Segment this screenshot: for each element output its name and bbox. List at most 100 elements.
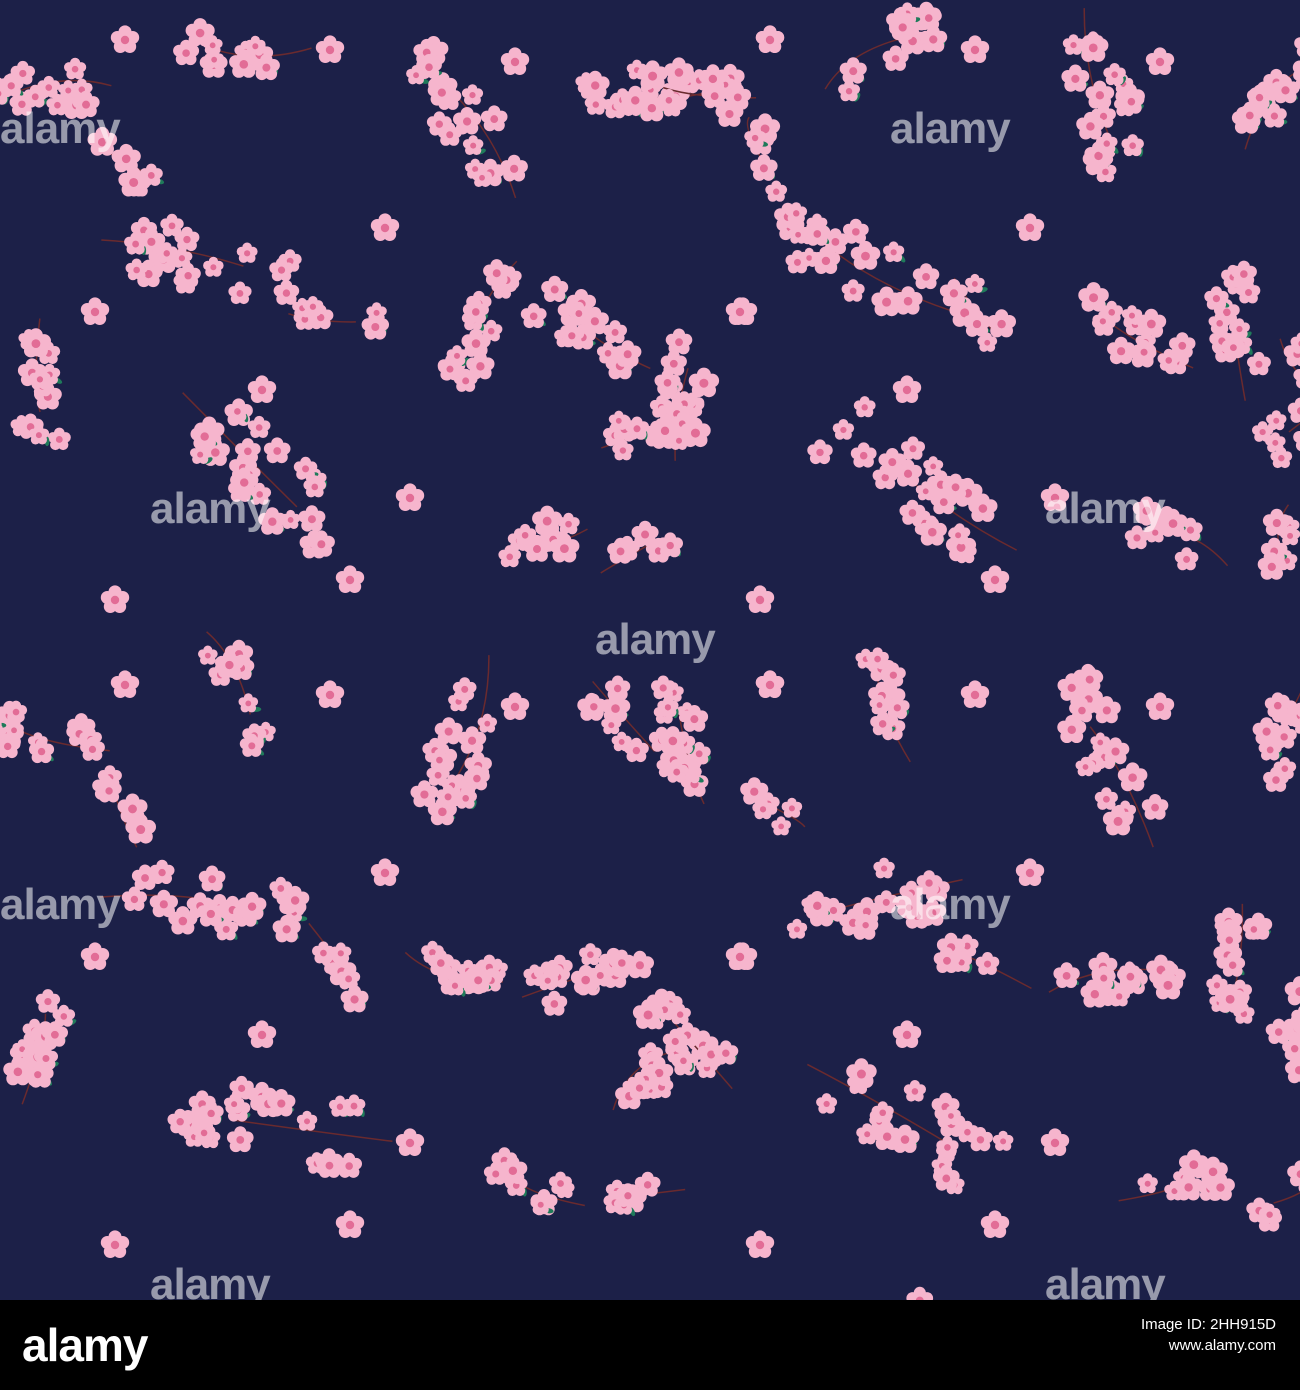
blossom (226, 399, 249, 422)
blossom (1293, 431, 1300, 452)
single-blossom (247, 1020, 277, 1048)
blossom (532, 505, 563, 535)
blossom (520, 303, 547, 329)
cherry-blossom-pattern (0, 1, 1300, 1300)
blossom (1132, 496, 1161, 524)
blossom (1121, 305, 1143, 325)
blossom (992, 1130, 1014, 1151)
blossom (541, 990, 568, 1016)
blossom (1090, 732, 1111, 752)
blossom (461, 84, 484, 105)
single-blossom (725, 297, 755, 325)
blossom (1078, 282, 1109, 312)
blossom (100, 1230, 130, 1258)
blossom-cluster (1048, 952, 1186, 1008)
blossom (579, 943, 602, 966)
single-blossom (500, 47, 530, 75)
single-blossom (1015, 213, 1045, 241)
single-blossom (80, 942, 110, 970)
blossom-cluster (288, 296, 390, 340)
blossom (657, 532, 683, 558)
blossom (247, 415, 271, 438)
blossom-cluster (1124, 496, 1229, 571)
blossom-cluster (520, 275, 651, 380)
blossom (903, 1080, 927, 1102)
single-blossom (892, 1020, 922, 1048)
blossom (110, 670, 140, 698)
single-blossom (395, 483, 425, 511)
blossom (1174, 547, 1199, 571)
blossom (745, 585, 775, 613)
blossom (149, 859, 175, 884)
blossom (912, 263, 940, 290)
blossom (263, 437, 291, 464)
single-blossom (1015, 858, 1045, 886)
blossom (1015, 213, 1045, 241)
single-blossom (370, 858, 400, 886)
blossom-cluster (1206, 903, 1273, 1024)
blossom-cluster (1252, 397, 1300, 469)
single-blossom (755, 670, 785, 698)
blossom (500, 47, 530, 75)
single-blossom (395, 1128, 425, 1156)
blossom (725, 942, 755, 970)
blossom-cluster (1204, 260, 1271, 401)
blossom (698, 64, 728, 92)
blossom (873, 857, 895, 879)
blossom (850, 442, 877, 468)
blossom (1179, 1149, 1209, 1179)
blossom-cluster (521, 943, 654, 1016)
blossom (839, 57, 867, 84)
blossom-cluster (774, 202, 954, 317)
site-url: www.alamy.com (1168, 1337, 1276, 1354)
blossom (366, 302, 387, 323)
blossom (80, 297, 110, 325)
blossom (100, 585, 130, 613)
blossom-cluster (410, 655, 498, 826)
blossom (247, 1020, 277, 1048)
blossom (500, 692, 530, 720)
blossom-cluster (198, 631, 276, 757)
blossom (1294, 37, 1300, 57)
blossom-cluster (651, 675, 711, 805)
blossom (229, 1075, 254, 1100)
image-id: Image ID: 2HH915D (1140, 1316, 1276, 1333)
blossom-cluster (92, 765, 156, 848)
blossom (611, 731, 632, 752)
blossom (121, 886, 147, 911)
blossom (335, 1210, 365, 1238)
blossom (477, 713, 498, 733)
blossom-cluster (167, 1075, 393, 1178)
blossom-cluster (824, 1, 948, 102)
blossom (1117, 762, 1148, 792)
blossom-cluster (744, 113, 788, 202)
single-blossom (1040, 483, 1070, 511)
blossom (755, 670, 785, 698)
blossom (1103, 62, 1126, 86)
single-blossom (110, 25, 140, 53)
blossom (1145, 692, 1175, 720)
single-blossom (500, 692, 530, 720)
single-blossom (315, 35, 345, 63)
single-blossom (247, 375, 277, 403)
blossom-cluster (786, 857, 963, 940)
blossom-cluster (740, 777, 806, 836)
blossom (853, 396, 876, 418)
blossom-cluster (498, 505, 588, 568)
blossom (688, 367, 720, 398)
single-blossom (1145, 47, 1175, 75)
blossom (35, 989, 61, 1013)
blossom-cluster (308, 922, 369, 1013)
blossom (160, 213, 184, 237)
blossom (1053, 962, 1080, 989)
single-blossom (892, 375, 922, 403)
single-blossom (980, 1210, 1010, 1238)
blossom (395, 1128, 425, 1156)
blossom (198, 865, 226, 892)
blossom (608, 410, 629, 430)
blossom (235, 438, 261, 464)
blossom (370, 858, 400, 886)
blossom (843, 218, 869, 244)
blossom-cluster (10, 318, 71, 451)
single-blossom (1145, 692, 1175, 720)
